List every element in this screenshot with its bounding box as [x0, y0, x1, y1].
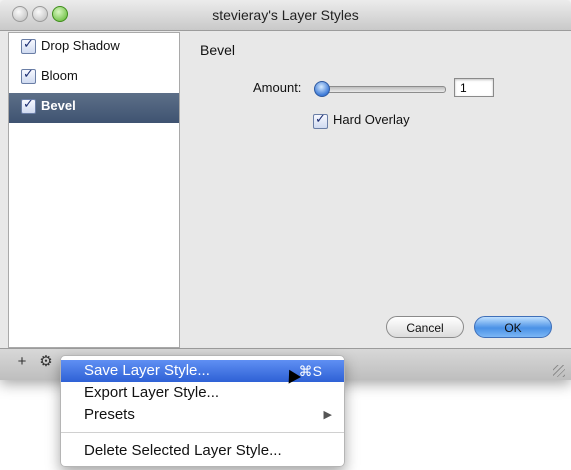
layer-styles-window: stevieray's Layer Styles ✓ Drop Shadow ✓…	[0, 0, 571, 380]
sidebar-item-label: Bevel	[41, 98, 76, 113]
menu-item-label: Delete Selected Layer Style...	[84, 442, 282, 459]
menu-item-label: Save Layer Style...	[84, 362, 210, 379]
menu-item-export-layer-style[interactable]: Export Layer Style...	[61, 382, 344, 404]
add-style-button[interactable]: +	[12, 353, 32, 371]
sidebar-item-label: Bloom	[41, 68, 78, 83]
submenu-arrow-icon: ▶	[323, 409, 332, 421]
check-icon: ✓	[23, 96, 34, 111]
amount-label: Amount:	[253, 80, 302, 95]
bevel-checkbox[interactable]: ✓	[21, 96, 36, 114]
menu-item-presets[interactable]: Presets ▶	[61, 404, 344, 426]
bloom-checkbox[interactable]: ✓	[21, 66, 36, 84]
sidebar-item-bevel[interactable]: ✓ Bevel	[9, 93, 179, 123]
layer-style-list: ✓ Drop Shadow ✓ Bloom ✓ Bevel	[8, 32, 180, 348]
menu-item-delete-layer-style[interactable]: Delete Selected Layer Style...	[61, 440, 344, 462]
menu-item-label: Export Layer Style...	[84, 384, 220, 401]
ok-button[interactable]: OK	[474, 316, 552, 338]
sidebar-item-bloom[interactable]: ✓ Bloom	[9, 63, 179, 93]
hard-overlay-label: Hard Overlay	[333, 112, 410, 127]
check-icon: ✓	[315, 111, 326, 126]
bevel-settings-panel: Bevel Amount: 1 ✓ Hard Overlay Cancel OK	[180, 32, 565, 346]
amount-slider-knob[interactable]	[314, 81, 330, 97]
menu-separator	[61, 432, 344, 433]
sidebar-item-label: Drop Shadow	[41, 38, 120, 53]
gear-icon[interactable]: ⚙	[36, 353, 56, 371]
menu-item-label: Presets	[84, 406, 135, 423]
window-title: stevieray's Layer Styles	[212, 7, 359, 23]
check-icon: ✓	[23, 36, 34, 51]
hard-overlay-checkbox[interactable]: ✓	[313, 111, 328, 129]
cancel-button[interactable]: Cancel	[386, 316, 464, 338]
drop-shadow-checkbox[interactable]: ✓	[21, 36, 36, 54]
action-menu: Save Layer Style... ⌘S Export Layer Styl…	[60, 355, 345, 467]
sidebar-item-drop-shadow[interactable]: ✓ Drop Shadow	[9, 33, 179, 63]
menu-item-save-layer-style[interactable]: Save Layer Style... ⌘S	[61, 360, 344, 382]
panel-title: Bevel	[200, 42, 236, 58]
check-icon: ✓	[23, 66, 34, 81]
amount-input[interactable]: 1	[454, 78, 494, 97]
title-bar: stevieray's Layer Styles	[0, 0, 571, 31]
resize-grip[interactable]	[553, 365, 565, 377]
shortcut-label: ⌘S	[298, 363, 322, 379]
amount-slider[interactable]	[318, 86, 446, 93]
